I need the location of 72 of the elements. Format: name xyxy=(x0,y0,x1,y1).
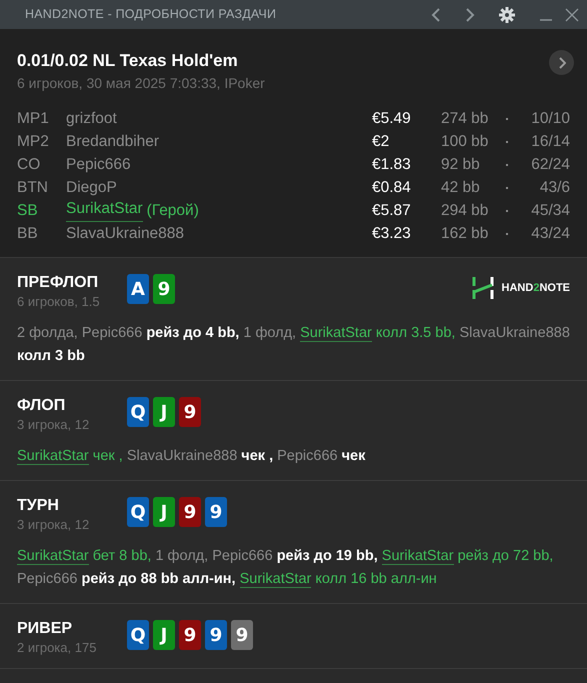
playing-card: 9 xyxy=(179,397,201,427)
playing-card: 9 xyxy=(205,620,227,650)
close-icon[interactable] xyxy=(565,8,579,22)
hand-title: 0.01/0.02 NL Texas Hold'em xyxy=(17,50,239,72)
street-info: 2 игрока, 175 xyxy=(17,639,98,656)
playing-card: 9 xyxy=(179,620,201,650)
logo-icon xyxy=(472,277,494,299)
stack-bb: 42 bb xyxy=(441,178,481,198)
action-text: SurikatStar чек , SlavaUkraine888 чек , Pepic666 чек xyxy=(17,447,366,467)
hand2note-logo: HAND2NOTE xyxy=(472,277,570,299)
player-link[interactable]: SurikatStar xyxy=(382,548,454,565)
playing-card: Q xyxy=(127,397,149,427)
player-position: CO xyxy=(17,154,42,175)
stack-bb: 100 bb xyxy=(441,132,490,152)
player-link[interactable]: SurikatStar xyxy=(240,571,312,588)
playing-card: 9 xyxy=(231,620,253,650)
playing-card: J xyxy=(153,397,175,427)
stack-bb: 274 bb xyxy=(441,108,490,129)
next-button[interactable] xyxy=(549,50,574,75)
player-link[interactable]: SurikatStar xyxy=(300,325,372,342)
player-position: MP1 xyxy=(17,108,50,129)
player-name: grizfoot xyxy=(66,108,117,129)
player-name: Bredandbiher xyxy=(66,132,160,152)
stack-amount: €2 xyxy=(372,132,390,152)
stack-bb: 92 bb xyxy=(441,154,481,175)
playing-card: A xyxy=(127,274,149,304)
player-position: MP2 xyxy=(17,132,50,152)
street-title: ФЛОП xyxy=(17,396,66,416)
stack-amount: €1.83 xyxy=(372,154,412,175)
stack-amount: €3.23 xyxy=(372,224,412,244)
street-title: РИВЕР xyxy=(17,619,74,639)
hand-subtitle: 6 игроков, 30 мая 2025 7:03:33, IPoker xyxy=(17,74,266,93)
stack-bb: 294 bb xyxy=(441,200,490,221)
player-link[interactable]: SurikatStar xyxy=(17,548,89,565)
action-text: 2 фолда, Pepic666 рейз до 4 bb, 1 фолд, SurikatStar колл 3.5 bb, SlavaUkraine888 колл 3 bb xyxy=(17,324,570,366)
player-position: BTN xyxy=(17,178,49,198)
settings-icon[interactable] xyxy=(499,6,515,22)
street-title: ПРЕФЛОП xyxy=(17,273,100,293)
chevron-icon xyxy=(558,56,566,68)
player-stats: 10/10 xyxy=(530,108,570,129)
player-name: DiegoP xyxy=(66,178,117,198)
back-icon[interactable] xyxy=(431,8,441,22)
player-link[interactable]: SurikatStar xyxy=(66,198,143,222)
street-title: ТУРН xyxy=(17,496,60,516)
stack-bb: 162 bb xyxy=(441,224,490,244)
playing-card: 9 xyxy=(205,497,227,527)
stack-amount: €5.49 xyxy=(372,108,412,129)
stack-amount: €0.84 xyxy=(372,178,412,198)
playing-card: 9 xyxy=(153,274,175,304)
player-stats: 43/6 xyxy=(538,178,570,198)
player-stats: 45/34 xyxy=(530,200,570,221)
player-position: SB xyxy=(17,200,39,221)
street-info: 6 игроков, 1.5 xyxy=(17,293,101,310)
playing-card: J xyxy=(153,620,175,650)
player-name: Pepic666 xyxy=(66,154,131,175)
stack-amount: €5.87 xyxy=(372,200,412,221)
playing-card: Q xyxy=(127,620,149,650)
street-info: 3 игрока, 12 xyxy=(17,516,90,533)
player-stats: 43/24 xyxy=(530,224,570,244)
player-name: SlavaUkraine888 xyxy=(66,224,184,244)
forward-icon[interactable] xyxy=(465,8,475,22)
playing-card: Q xyxy=(127,497,149,527)
hero-label: (Герой) xyxy=(146,200,199,221)
player-position: BB xyxy=(17,224,39,244)
playing-card: 9 xyxy=(179,497,201,527)
player-stats: 62/24 xyxy=(530,154,570,175)
action-text: SurikatStar бет 8 bb, 1 фолд, Pepic666 рейз до 19 bb, SurikatStar рейз до 72 bb, Pepic666 рейз до 88 bb алл-ин, SurikatStar колл 16 bb алл-ин xyxy=(17,547,554,590)
window-title: HAND2NOTE - ПОДРОБНОСТИ РАЗДАЧИ xyxy=(25,6,278,24)
player-stats: 16/14 xyxy=(530,132,570,152)
playing-card: J xyxy=(153,497,175,527)
street-info: 3 игрока, 12 xyxy=(17,416,90,433)
player-link[interactable]: SurikatStar xyxy=(17,448,89,465)
